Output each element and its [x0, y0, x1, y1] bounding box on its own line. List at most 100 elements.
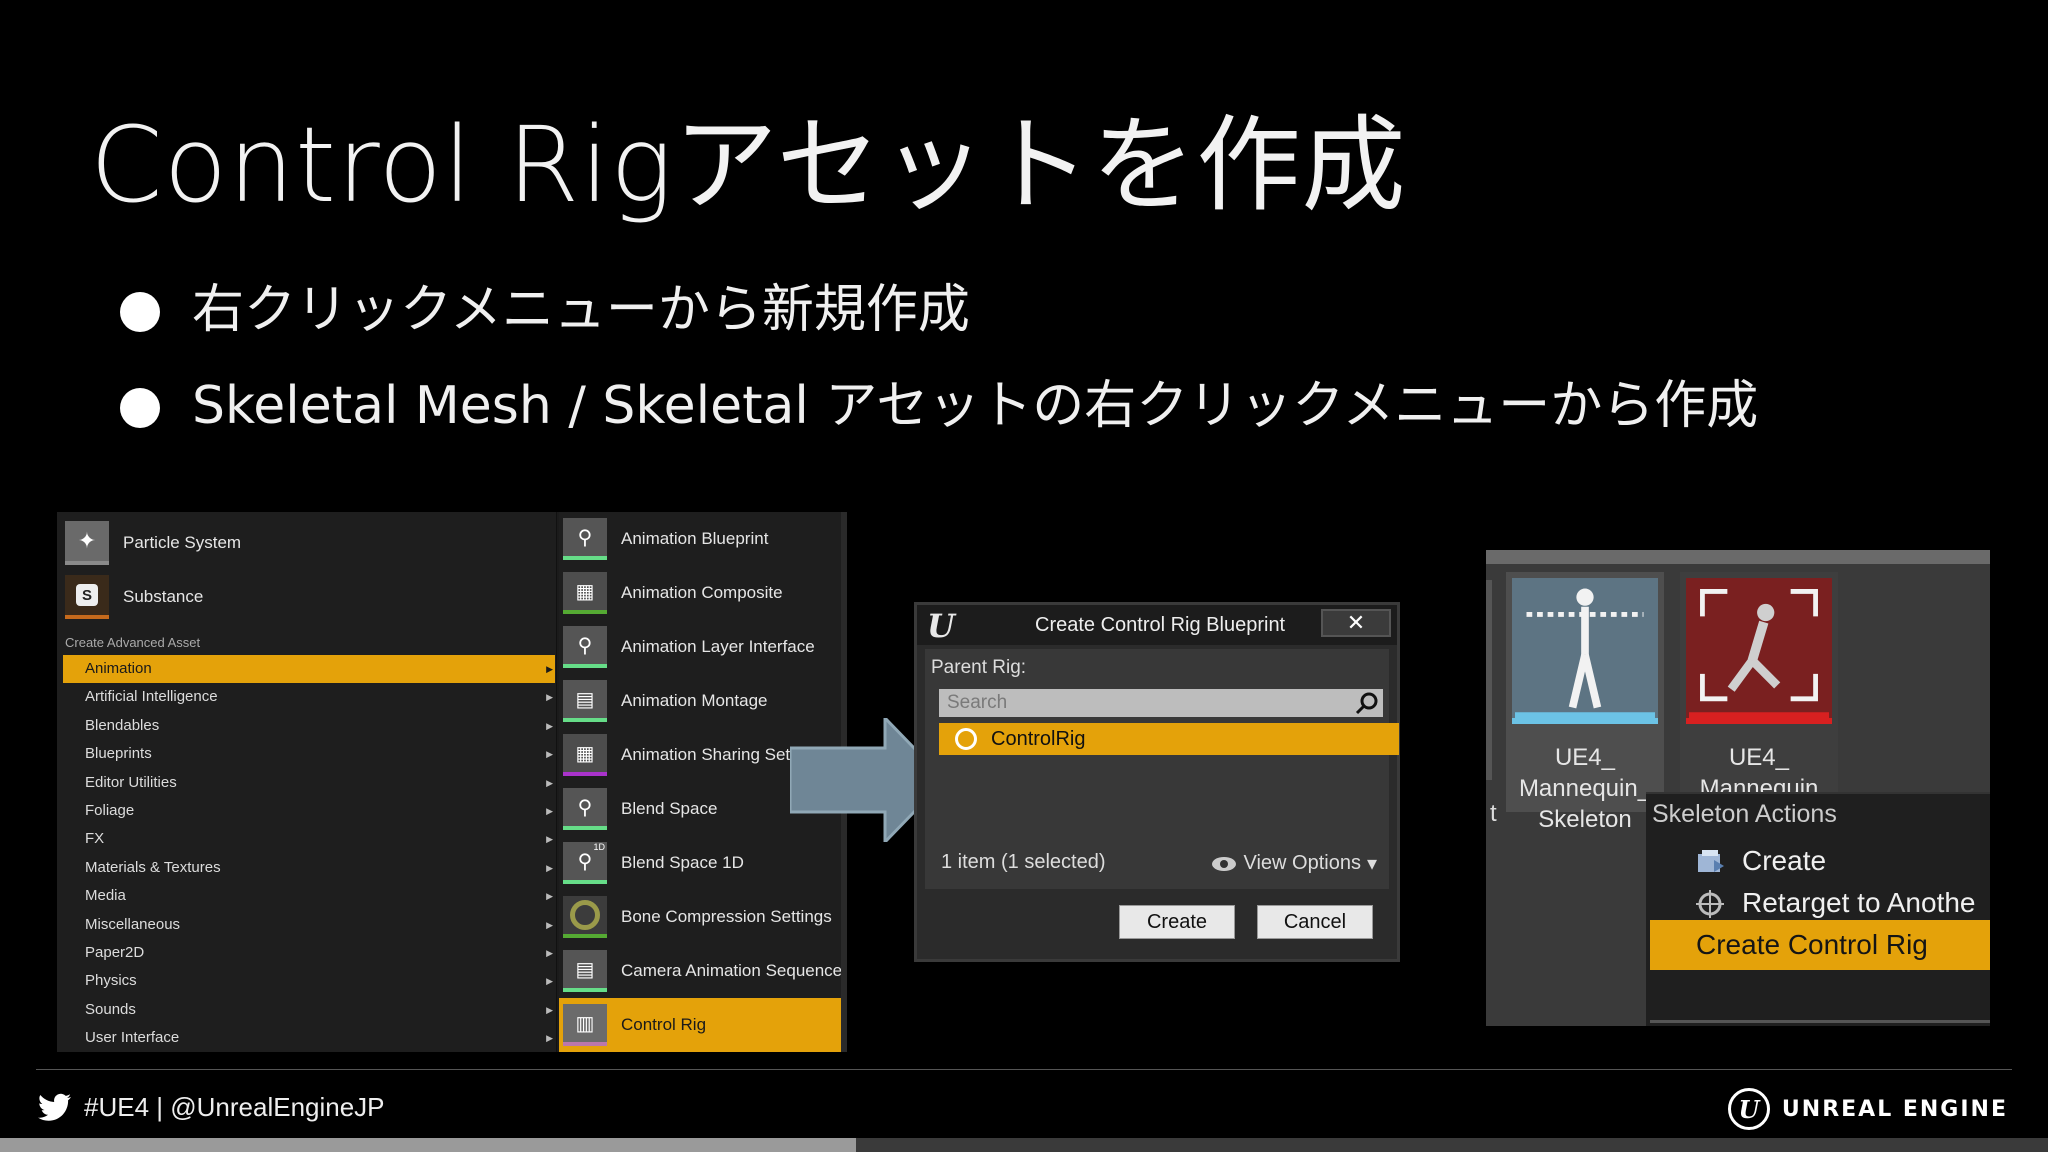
retarget-icon	[1696, 890, 1724, 918]
submenu-item[interactable]: Bone Compression Settings	[559, 890, 847, 944]
person-icon: ⚲	[563, 788, 607, 830]
category-label: Foliage	[85, 801, 135, 819]
category-item[interactable]: User Interface ▶	[63, 1024, 555, 1052]
radio-icon	[955, 728, 977, 750]
category-item[interactable]: Materials & Textures ▶	[63, 854, 555, 882]
ring-icon	[563, 896, 607, 938]
slide-title: Control Rigアセットを作成	[90, 104, 1407, 226]
film-icon: ▤	[563, 680, 607, 722]
close-button[interactable]: ✕	[1321, 609, 1391, 637]
category-label: FX	[85, 830, 105, 848]
grid-icon: ▦	[563, 734, 607, 776]
submenu-item[interactable]: ⚲ Animation Blueprint	[559, 512, 847, 566]
category-label: Sounds	[85, 1000, 136, 1018]
dialog-titlebar[interactable]: U Create Control Rig Blueprint ✕	[917, 605, 1397, 645]
menu-item-label: Particle System	[123, 533, 242, 552]
bullet-text: Skeletal Mesh / Skeletal アセットの右クリックメニューか…	[192, 376, 1759, 436]
category-item[interactable]: Miscellaneous ▶	[63, 911, 555, 939]
category-item[interactable]: Paper2D ▶	[63, 939, 555, 967]
asset-tile-mannequin[interactable]: UE4_ Mannequin	[1680, 572, 1838, 812]
chevron-right-icon: ▶	[546, 834, 553, 845]
chevron-right-icon: ▶	[546, 862, 553, 873]
chevron-right-icon: ▶	[546, 976, 553, 987]
category-item[interactable]: Editor Utilities ▶	[63, 769, 555, 797]
submenu-item[interactable]: ▥ Control Rig	[559, 998, 847, 1052]
category-label: Editor Utilities	[85, 773, 177, 791]
footer-handle-text: #UE4 | @UnrealEngineJP	[84, 1092, 385, 1122]
category-item[interactable]: Artificial Intelligence ▶	[63, 683, 555, 711]
submenu-label: Animation Composite	[621, 583, 783, 602]
view-options-button[interactable]: View Options ▾	[1211, 851, 1377, 876]
brand-text: UNREAL ENGINE	[1781, 1096, 2008, 1122]
create-button[interactable]: Create	[1119, 905, 1235, 939]
category-item[interactable]: FX ▶	[63, 825, 555, 853]
create-icon	[1698, 850, 1724, 872]
cancel-button[interactable]: Cancel	[1257, 905, 1373, 939]
category-label: Physics	[85, 972, 137, 990]
clipped-text: t	[1490, 800, 1497, 827]
slide-progress-bar	[0, 1138, 2048, 1152]
unreal-logo-icon: U	[927, 607, 955, 645]
slide-progress-fill	[0, 1138, 857, 1152]
footer-divider	[36, 1069, 2012, 1070]
menu-item-create-control-rig[interactable]: Create Control Rig	[1650, 920, 1990, 970]
category-label: Animation	[85, 660, 152, 677]
content-browser-screenshot: UE4_ Mannequin_ Skeleton UE4_ Mannequin …	[1486, 550, 1990, 1026]
submenu-item[interactable]: ⚲ 1D Blend Space 1D	[559, 836, 847, 890]
category-item[interactable]: Physics ▶	[63, 967, 555, 995]
search-input[interactable]	[939, 689, 1383, 717]
chevron-right-icon: ▶	[546, 1004, 553, 1015]
footer-social: #UE4 | @UnrealEngineJP	[38, 1092, 385, 1123]
menu-divider	[1650, 1020, 1990, 1023]
asset-tile-skeleton[interactable]: UE4_ Mannequin_ Skeleton	[1506, 572, 1664, 833]
film-icon: ▤	[563, 950, 607, 992]
asset-tile-label: UE4_ Mannequin_ Skeleton	[1518, 744, 1652, 833]
substance-icon: S	[65, 575, 109, 619]
parent-rig-item-controlrig[interactable]: ControlRig	[939, 723, 1399, 755]
category-item[interactable]: Blendables ▶	[63, 712, 555, 740]
chevron-right-icon: ▶	[546, 692, 553, 703]
bullet-text: 右クリックメニューから新規作成	[192, 280, 970, 340]
bullet-dot	[120, 388, 160, 428]
bullet-list: 右クリックメニューから新規作成 Skeletal Mesh / Skeletal…	[120, 270, 1758, 462]
book-icon: ▥	[563, 1004, 607, 1046]
person-icon: ⚲	[563, 518, 607, 560]
submenu-item[interactable]: ▦ Animation Composite	[559, 566, 847, 620]
browser-toolbar	[1486, 550, 1990, 564]
unreal-logo-icon: U	[1727, 1088, 1770, 1130]
category-label: Artificial Intelligence	[85, 688, 218, 706]
category-label: User Interface	[85, 1029, 180, 1047]
dialog-body: Parent Rig: ControlRig 1 item (1 selecte…	[925, 649, 1399, 889]
category-item[interactable]: Foliage ▶	[63, 797, 555, 825]
search-icon[interactable]	[1355, 691, 1379, 715]
chevron-right-icon: ▶	[546, 891, 553, 902]
section-header: Create Advanced Asset	[65, 635, 201, 650]
chevron-right-icon: ▶	[546, 749, 553, 760]
bullet-item: 右クリックメニューから新規作成	[120, 270, 1758, 366]
category-item[interactable]: Media ▶	[63, 882, 555, 910]
dialog-title: Create Control Rig Blueprint	[1035, 614, 1286, 636]
submenu-label: Blend Space 1D	[621, 853, 744, 872]
skeletal-mesh-icon	[1686, 578, 1832, 724]
chevron-right-icon: ▶	[546, 720, 553, 731]
submenu-label: Camera Animation Sequence	[621, 961, 843, 980]
category-label: Paper2D	[85, 943, 145, 961]
submenu-item[interactable]: ▤ Camera Animation Sequence	[559, 944, 847, 998]
category-item[interactable]: Sounds ▶	[63, 996, 555, 1024]
bullet-dot	[120, 292, 160, 332]
person-icon: ⚲ 1D	[563, 842, 607, 884]
menu-item-particle-system[interactable]: ✦ Particle System	[65, 518, 241, 568]
unreal-engine-logo: U UNREAL ENGINE	[1727, 1088, 2008, 1130]
menu-item-label: Create	[1742, 845, 1827, 876]
submenu-item[interactable]: ⚲ Animation Layer Interface	[559, 620, 847, 674]
category-item[interactable]: Blueprints ▶	[63, 740, 555, 768]
items-count: 1 item (1 selected)	[941, 851, 1106, 873]
dimension-badge: 1D	[593, 842, 605, 852]
menu-item-substance[interactable]: S Substance	[65, 572, 203, 622]
category-label: Media	[85, 887, 126, 905]
submenu-label: Animation Layer Interface	[621, 637, 815, 656]
submenu-label: Bone Compression Settings	[621, 907, 832, 926]
parent-rig-label: Parent Rig:	[931, 657, 1027, 678]
category-item[interactable]: Animation ▶	[63, 655, 555, 684]
menu-item-label: Retarget to Anothe	[1742, 887, 1976, 918]
